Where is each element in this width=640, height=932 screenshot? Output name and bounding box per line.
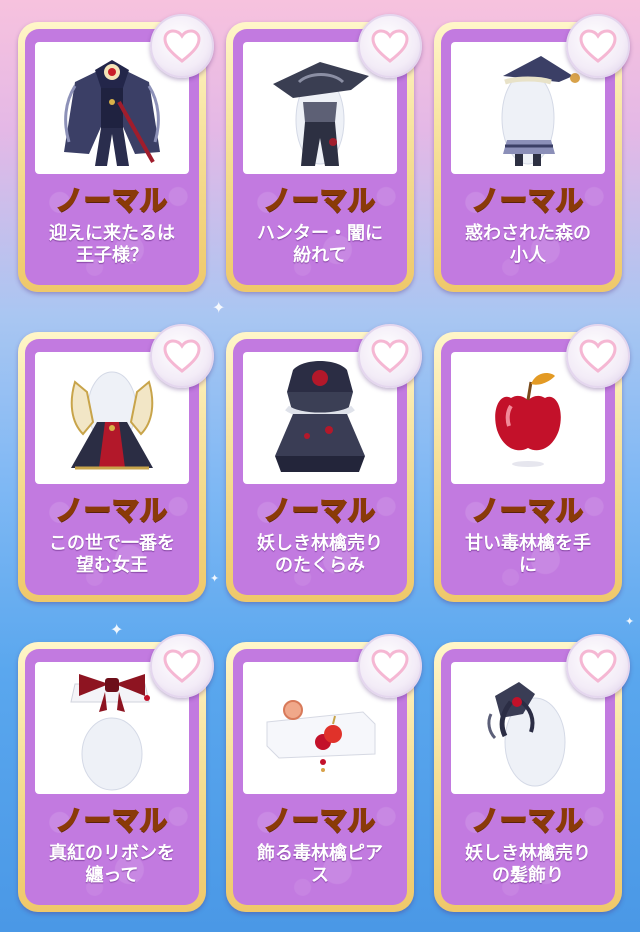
- item-card[interactable]: ノーマル 妖しき林檎売り のたくらみ: [226, 324, 422, 602]
- item-grid: ノーマル 迎えに来たるは 王子様？ ノーマル ハンター・闇に 紛れて ノーマル …: [0, 0, 640, 932]
- heart-icon: [371, 29, 409, 63]
- heart-icon: [163, 29, 201, 63]
- item-name: 妖しき林檎売り のたくらみ: [257, 533, 383, 576]
- rarity-label: ノーマル: [471, 805, 584, 838]
- rarity-label: ノーマル: [55, 185, 168, 218]
- item-name: この世で一番を 望む女王: [49, 533, 175, 576]
- item-name: 惑わされた森の 小人: [465, 223, 591, 266]
- favorite-button[interactable]: [566, 634, 630, 698]
- favorite-button[interactable]: [358, 324, 422, 388]
- heart-icon: [163, 649, 201, 683]
- rarity-label: ノーマル: [471, 185, 584, 218]
- rarity-label: ノーマル: [263, 805, 376, 838]
- favorite-button[interactable]: [150, 634, 214, 698]
- rarity-label: ノーマル: [471, 495, 584, 528]
- item-card[interactable]: ノーマル 妖しき林檎売り の髪飾り: [434, 634, 630, 912]
- rarity-label: ノーマル: [55, 805, 168, 838]
- favorite-button[interactable]: [150, 14, 214, 78]
- rarity-label: ノーマル: [263, 495, 376, 528]
- item-card[interactable]: ノーマル 惑わされた森の 小人: [434, 14, 630, 292]
- heart-icon: [579, 29, 617, 63]
- favorite-button[interactable]: [566, 14, 630, 78]
- heart-icon: [163, 339, 201, 373]
- favorite-button[interactable]: [566, 324, 630, 388]
- item-name: 甘い毒林檎を手 に: [465, 533, 591, 576]
- item-name: 妖しき林檎売り の髪飾り: [465, 843, 591, 886]
- favorite-button[interactable]: [150, 324, 214, 388]
- item-card[interactable]: ノーマル 真紅のリボンを 纏って: [18, 634, 214, 912]
- item-card[interactable]: ノーマル ハンター・闇に 紛れて: [226, 14, 422, 292]
- rarity-label: ノーマル: [55, 495, 168, 528]
- favorite-button[interactable]: [358, 634, 422, 698]
- item-name: 迎えに来たるは 王子様？: [49, 223, 175, 266]
- heart-icon: [579, 649, 617, 683]
- heart-icon: [579, 339, 617, 373]
- item-card[interactable]: ノーマル この世で一番を 望む女王: [18, 324, 214, 602]
- item-name: 真紅のリボンを 纏って: [49, 843, 175, 886]
- heart-icon: [371, 649, 409, 683]
- heart-icon: [371, 339, 409, 373]
- item-name: 飾る毒林檎ピア ス: [257, 843, 383, 886]
- item-card[interactable]: ノーマル 迎えに来たるは 王子様？: [18, 14, 214, 292]
- item-card[interactable]: ノーマル 飾る毒林檎ピア ス: [226, 634, 422, 912]
- item-card[interactable]: ノーマル 甘い毒林檎を手 に: [434, 324, 630, 602]
- item-name: ハンター・闇に 紛れて: [257, 223, 383, 266]
- rarity-label: ノーマル: [263, 185, 376, 218]
- favorite-button[interactable]: [358, 14, 422, 78]
